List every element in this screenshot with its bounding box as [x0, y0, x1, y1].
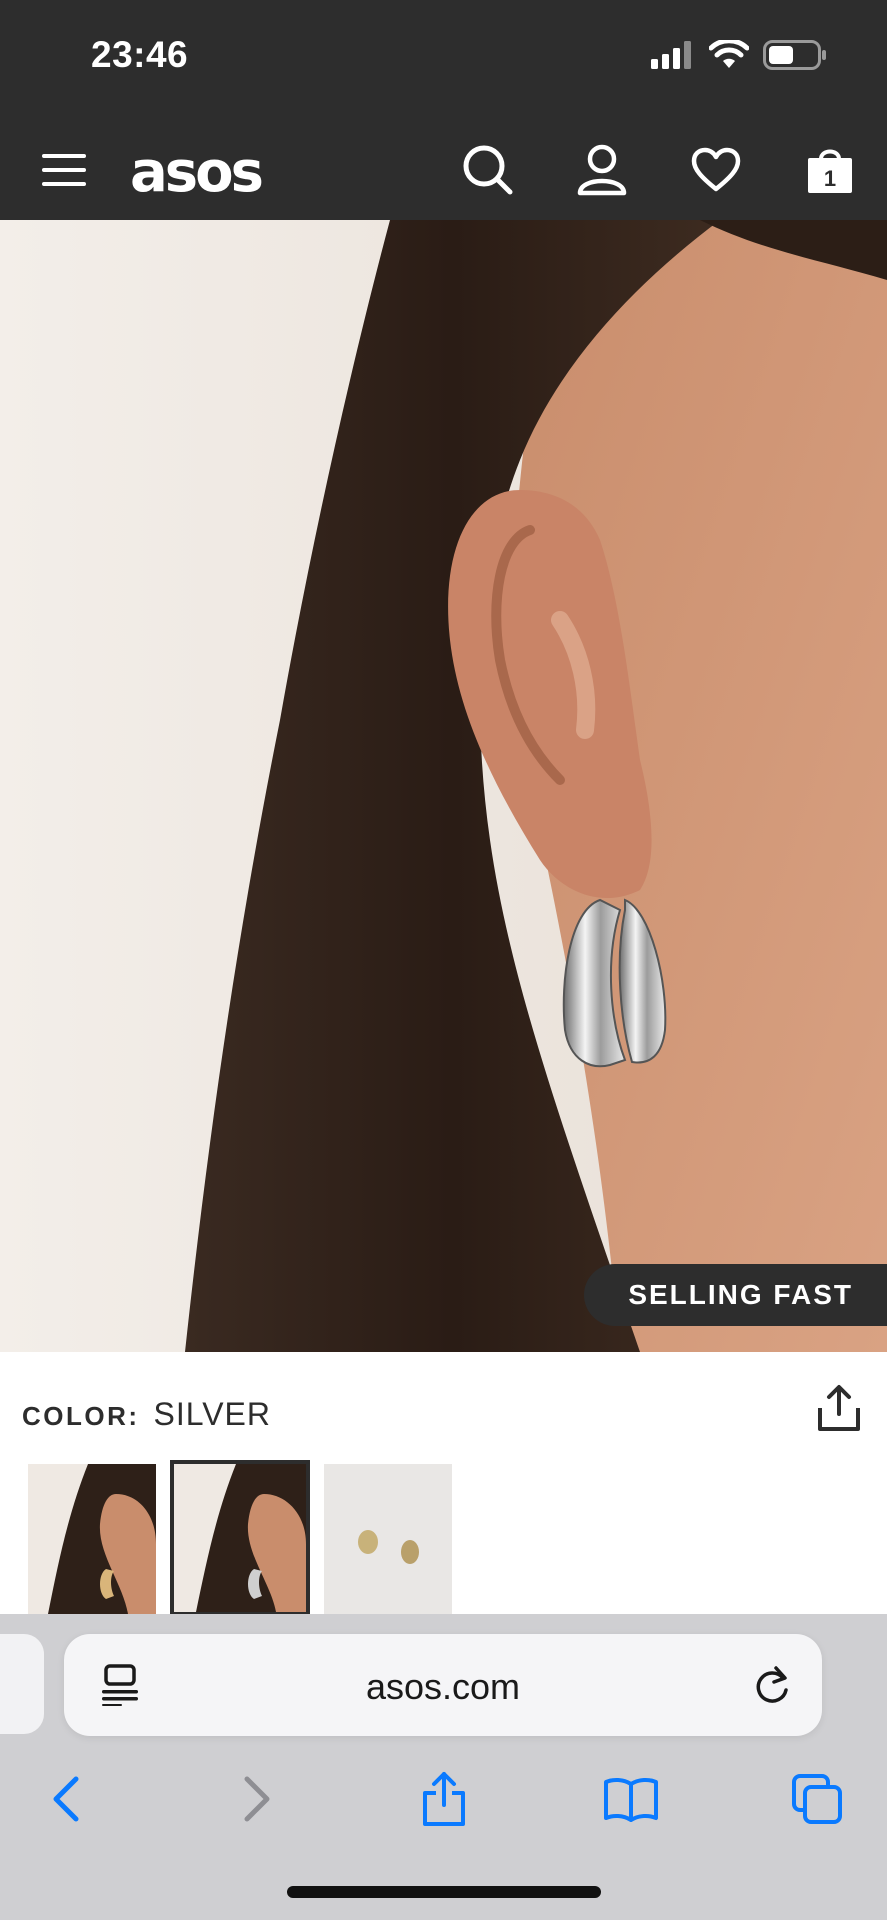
previous-tab-preview[interactable] [0, 1634, 44, 1734]
account-icon [577, 144, 627, 196]
wifi-icon [709, 40, 749, 68]
back-button[interactable] [31, 1764, 101, 1834]
battery-icon [763, 40, 826, 70]
top-bar: 23:46 asos 1 [0, 0, 887, 220]
site-header: asos 1 [0, 120, 887, 220]
color-selector-label: COLOR: SILVER [22, 1396, 271, 1433]
product-page: 23:46 asos 1 SELLING FAST COLOR: SILVER … [0, 0, 887, 1920]
selling-fast-badge: SELLING FAST [584, 1264, 887, 1326]
heart-icon [691, 147, 741, 192]
browser-toolbar [0, 1764, 887, 1854]
product-photo [0, 220, 887, 1352]
share-icon [423, 1772, 465, 1826]
thumbnail-image [324, 1464, 452, 1614]
back-icon [53, 1776, 79, 1822]
address-bar[interactable]: asos.com [64, 1634, 822, 1736]
menu-button[interactable] [32, 138, 96, 202]
status-time: 23:46 [91, 34, 189, 75]
color-thumbnails [28, 1460, 452, 1616]
bag-count: 1 [824, 166, 836, 191]
saved-items-button[interactable] [684, 138, 748, 202]
share-icon [818, 1385, 860, 1431]
account-button[interactable] [570, 138, 634, 202]
home-indicator[interactable] [287, 1886, 601, 1898]
thumbnail-3[interactable] [324, 1464, 452, 1614]
search-icon [463, 145, 513, 195]
signal-icon [651, 41, 691, 69]
status-icons [651, 40, 827, 70]
forward-icon [244, 1776, 270, 1822]
thumbnail-image [174, 1464, 306, 1612]
product-image-carousel[interactable] [0, 220, 887, 1352]
thumbnail-2-selected[interactable] [170, 1460, 310, 1616]
thumbnail-1[interactable] [28, 1464, 156, 1614]
menu-icon [42, 154, 86, 186]
url-text: asos.com [365, 1666, 521, 1707]
search-button[interactable] [456, 138, 520, 202]
asos-logo[interactable]: asos [130, 140, 264, 205]
browser-bar: asos.com [0, 1614, 887, 1920]
tabs-button[interactable] [782, 1764, 852, 1834]
reload-icon[interactable] [752, 1664, 792, 1706]
bag-icon: 1 [808, 149, 852, 193]
tabs-icon [792, 1774, 842, 1824]
bookmarks-icon [604, 1777, 658, 1822]
bag-button[interactable]: 1 [798, 138, 862, 202]
color-label: COLOR: [22, 1401, 140, 1431]
browser-share-button[interactable] [409, 1764, 479, 1834]
bookmarks-button[interactable] [596, 1764, 666, 1834]
color-value: SILVER [153, 1396, 271, 1432]
forward-button[interactable] [222, 1764, 292, 1834]
thumbnail-image [28, 1464, 156, 1614]
share-product-button[interactable] [817, 1384, 867, 1438]
